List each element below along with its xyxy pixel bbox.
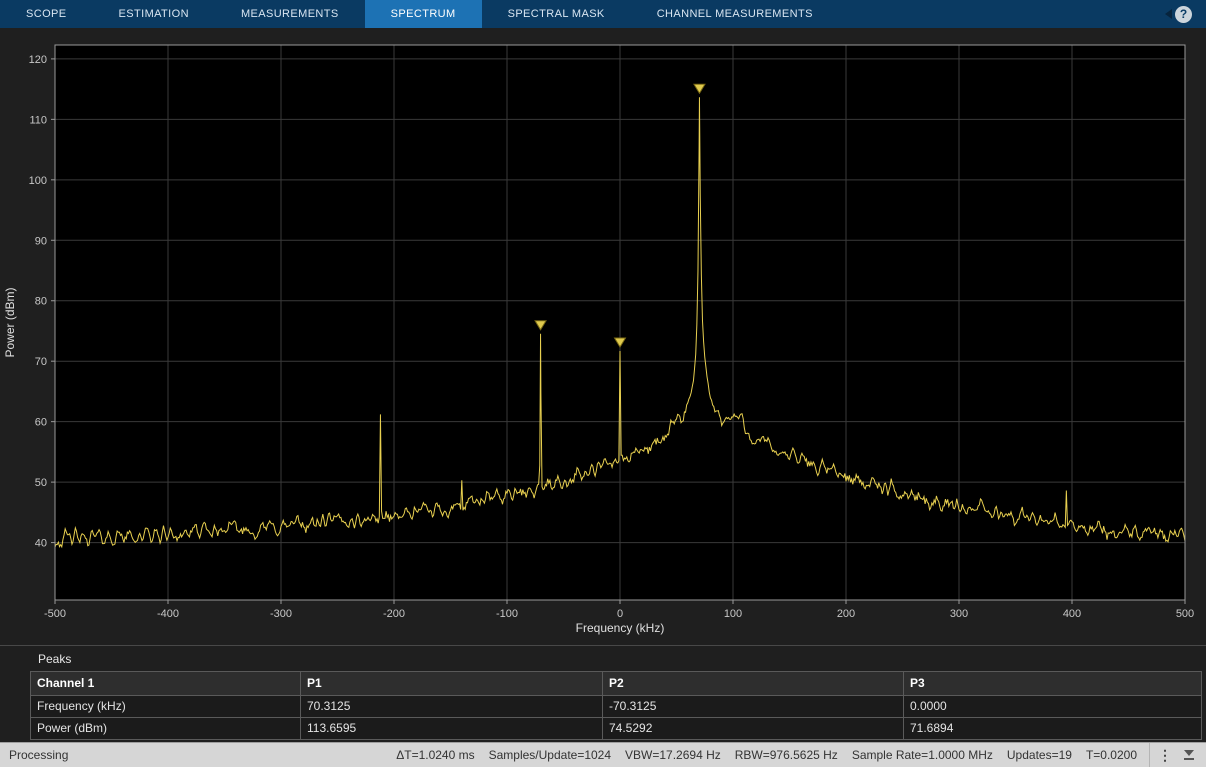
value-cell: 0.0000 bbox=[904, 696, 1202, 718]
value-cell: 71.6894 bbox=[904, 718, 1202, 740]
peaks-panel: Peaks Channel 1 P1 P2 P3 Frequency (kHz)… bbox=[0, 645, 1206, 742]
svg-text:-200: -200 bbox=[383, 608, 405, 620]
svg-text:Power (dBm): Power (dBm) bbox=[3, 287, 17, 357]
tab-spectral-mask[interactable]: SPECTRAL MASK bbox=[482, 0, 631, 28]
svg-text:40: 40 bbox=[35, 538, 47, 550]
spectrum-plot[interactable]: -500 -400 -300 -200 -100 0 100 200 300 400 500 40 50… bbox=[0, 28, 1206, 645]
svg-text:200: 200 bbox=[837, 608, 855, 620]
status-icons: ⋮ bbox=[1149, 743, 1202, 767]
spectrum-figure: -500 -400 -300 -200 -100 0 100 200 300 400 500 40 50… bbox=[0, 28, 1206, 645]
header-channel-cell: Channel 1 bbox=[31, 672, 301, 696]
tab-estimation[interactable]: ESTIMATION bbox=[93, 0, 215, 28]
value-cell: -70.3125 bbox=[603, 696, 904, 718]
status-text: Processing bbox=[4, 748, 68, 762]
peaks-table-header-row: Channel 1 P1 P2 P3 bbox=[31, 672, 1202, 696]
question-mark-icon: ? bbox=[1175, 6, 1192, 23]
tab-spectrum[interactable]: SPECTRUM bbox=[365, 0, 482, 28]
value-cell: 70.3125 bbox=[301, 696, 603, 718]
row-label-cell: Power (dBm) bbox=[31, 718, 301, 740]
metric-time: T=0.0200 bbox=[1086, 748, 1137, 762]
header-p3-cell: P3 bbox=[904, 672, 1202, 696]
value-cell: 74.5292 bbox=[603, 718, 904, 740]
tab-measurements[interactable]: MEASUREMENTS bbox=[215, 0, 365, 28]
svg-text:100: 100 bbox=[724, 608, 742, 620]
table-row-frequency: Frequency (kHz) 70.3125 -70.3125 0.0000 bbox=[31, 696, 1202, 718]
peaks-panel-title: Peaks bbox=[0, 646, 1206, 671]
svg-text:0: 0 bbox=[617, 608, 623, 620]
row-label-cell: Frequency (kHz) bbox=[31, 696, 301, 718]
header-p2-cell: P2 bbox=[603, 672, 904, 696]
svg-text:100: 100 bbox=[29, 175, 47, 187]
svg-text:120: 120 bbox=[29, 54, 47, 66]
dock-icon[interactable] bbox=[1184, 750, 1194, 760]
metric-sample-rate: Sample Rate=1.0000 MHz bbox=[852, 748, 993, 762]
metric-delta-t: ΔT=1.0240 ms bbox=[396, 748, 474, 762]
table-row-power: Power (dBm) 113.6595 74.5292 71.6894 bbox=[31, 718, 1202, 740]
svg-text:90: 90 bbox=[35, 235, 47, 247]
header-p1-cell: P1 bbox=[301, 672, 603, 696]
svg-text:-500: -500 bbox=[44, 608, 66, 620]
help-arrow-icon bbox=[1165, 9, 1172, 19]
toolstrip-tabbar: SCOPE ESTIMATION MEASUREMENTS SPECTRUM S… bbox=[0, 0, 1206, 28]
statusbar: Processing ΔT=1.0240 ms Samples/Update=1… bbox=[0, 742, 1206, 767]
svg-text:Frequency (kHz): Frequency (kHz) bbox=[576, 621, 665, 635]
metric-rbw: RBW=976.5625 Hz bbox=[735, 748, 838, 762]
svg-text:-100: -100 bbox=[496, 608, 518, 620]
tab-scope[interactable]: SCOPE bbox=[0, 0, 93, 28]
help-button[interactable]: ? bbox=[1165, 0, 1192, 28]
svg-text:300: 300 bbox=[950, 608, 968, 620]
tab-channel-measurements[interactable]: CHANNEL MEASUREMENTS bbox=[631, 0, 839, 28]
svg-text:60: 60 bbox=[35, 417, 47, 429]
svg-text:-300: -300 bbox=[270, 608, 292, 620]
svg-text:50: 50 bbox=[35, 477, 47, 489]
overflow-menu-icon[interactable]: ⋮ bbox=[1158, 748, 1172, 762]
svg-text:110: 110 bbox=[29, 114, 47, 126]
dock-triangle bbox=[1184, 750, 1194, 756]
value-cell: 113.6595 bbox=[301, 718, 603, 740]
metric-updates: Updates=19 bbox=[1007, 748, 1072, 762]
svg-text:70: 70 bbox=[35, 356, 47, 368]
metric-samples-per-update: Samples/Update=1024 bbox=[489, 748, 611, 762]
status-metrics: ΔT=1.0240 ms Samples/Update=1024 VBW=17.… bbox=[396, 748, 1137, 762]
svg-text:400: 400 bbox=[1063, 608, 1081, 620]
svg-text:80: 80 bbox=[35, 296, 47, 308]
svg-text:500: 500 bbox=[1176, 608, 1194, 620]
peaks-table: Channel 1 P1 P2 P3 Frequency (kHz) 70.31… bbox=[30, 671, 1202, 740]
svg-text:-400: -400 bbox=[157, 608, 179, 620]
dock-bar bbox=[1184, 758, 1194, 760]
metric-vbw: VBW=17.2694 Hz bbox=[625, 748, 721, 762]
tabbar-spacer bbox=[839, 0, 1165, 28]
